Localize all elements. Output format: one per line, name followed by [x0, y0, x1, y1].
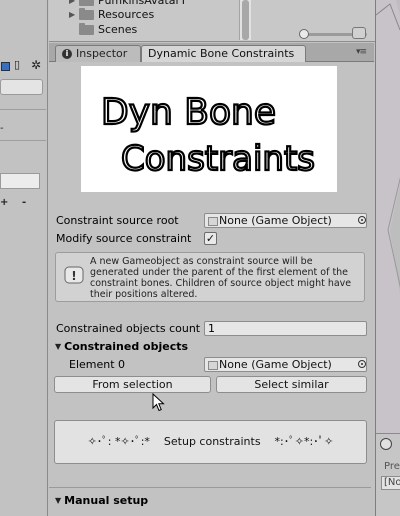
tree-item[interactable]: Scenes: [69, 23, 137, 37]
folder-icon: [79, 0, 94, 6]
element-0-label: Element 0: [69, 358, 126, 371]
icon-size-large-icon: [352, 27, 366, 39]
tree-item-label: Scenes: [98, 23, 138, 36]
scene-label: Pre: [384, 461, 400, 472]
foldout-arrow-icon: ▼: [55, 342, 62, 351]
handwritten-logo: Dyn Bone Constraints: [100, 91, 316, 180]
tab-dynamic-bone-constraints[interactable]: Dynamic Bone Constraints: [141, 45, 306, 62]
banner-line-1: Dyn Bone: [101, 92, 276, 133]
info-icon: !: [64, 266, 84, 284]
folder-icon[interactable]: [1, 62, 10, 71]
object-picker-icon[interactable]: [358, 360, 366, 368]
info-icon: i: [62, 49, 72, 59]
constrained-objects-count-label: Constrained objects count: [56, 322, 201, 335]
banner-line-2: Constraints: [121, 139, 315, 179]
manual-setup-foldout[interactable]: ▼ Manual setup: [55, 494, 148, 507]
remove-icon[interactable]: -: [22, 198, 26, 208]
hierarchy-panel-strip: ▯ ✲ - + -: [0, 0, 48, 516]
object-picker-icon[interactable]: [358, 216, 366, 224]
info-help-box: ! A new Gameobject as constraint source …: [55, 252, 365, 302]
tree-item[interactable]: ▶ PumkinsAvatarT: [69, 0, 187, 8]
scrollbar-thumb[interactable]: [242, 0, 249, 40]
project-scrollbar[interactable]: [239, 0, 251, 40]
tab-menu-icon[interactable]: ▾≡: [356, 47, 367, 57]
icon-size-slider-knob[interactable]: [299, 29, 309, 39]
select-similar-button[interactable]: Select similar: [216, 376, 367, 393]
mouse-cursor-icon: [152, 393, 165, 412]
inspector-panel: i Inspector Dynamic Bone Constraints ▾≡ …: [49, 43, 374, 516]
manual-setup-header: Manual setup: [64, 494, 149, 507]
constrained-objects-header: Constrained objects: [64, 340, 189, 353]
tree-item-label: PumkinsAvatarT: [98, 0, 187, 7]
modify-source-constraint-checkbox[interactable]: ✓: [204, 232, 217, 245]
left-button-1[interactable]: [0, 79, 43, 95]
settings-icon[interactable]: ✲: [31, 59, 41, 71]
header-banner-image: Dyn Bone Constraints: [81, 66, 337, 192]
folder-icon: [79, 23, 94, 35]
constraint-source-root-field[interactable]: None (Game Object): [204, 213, 367, 228]
scene-geometry: [376, 0, 400, 433]
inspector-tab-bar: i Inspector Dynamic Bone Constraints ▾≡: [49, 43, 374, 62]
left-field[interactable]: [0, 173, 40, 189]
foldout-arrow-icon: ▼: [55, 496, 62, 505]
section-divider: [49, 487, 371, 488]
modify-source-constraint-label: Modify source constraint: [56, 232, 192, 245]
constrained-objects-count-field[interactable]: 1: [204, 321, 367, 336]
element-0-field[interactable]: None (Game Object): [204, 357, 367, 372]
scene-field[interactable]: [No: [381, 476, 400, 490]
expand-arrow-icon[interactable]: ▶: [69, 8, 79, 22]
svg-text:!: !: [71, 269, 76, 283]
tree-item-label: Resources: [98, 8, 155, 21]
tree-item[interactable]: ▶ Resources: [69, 8, 154, 22]
help-text: A new Gameobject as constraint source wi…: [90, 256, 352, 300]
scene-inspector-panel: Pre [No: [376, 433, 400, 516]
scene-view-strip: Pre [No: [375, 0, 400, 516]
constraint-source-root-label: Constraint source root: [56, 214, 179, 227]
hierarchy-toolbar: ▯ ✲: [0, 59, 46, 74]
left-tick-mark: -: [0, 123, 4, 134]
constrained-objects-foldout[interactable]: ▼ Constrained objects: [55, 340, 188, 353]
add-icon[interactable]: +: [0, 198, 8, 208]
lock-icon[interactable]: ▯: [14, 59, 20, 70]
tab-inspector-label: Inspector: [76, 47, 128, 60]
clock-icon[interactable]: [380, 438, 392, 450]
left-divider: [0, 109, 46, 110]
folder-icon: [79, 8, 94, 20]
tab-inspector[interactable]: i Inspector: [55, 45, 141, 62]
project-panel: ▶ PumkinsAvatarT ▶ Resources Scenes: [49, 0, 375, 42]
expand-arrow-icon[interactable]: ▶: [69, 0, 79, 8]
setup-constraints-button[interactable]: ✧･ﾟ: *✧･ﾟ:* Setup constraints *:･ﾟ✧*:･ﾟ✧: [54, 420, 367, 464]
left-divider: [0, 140, 46, 141]
from-selection-button[interactable]: From selection: [54, 376, 211, 393]
